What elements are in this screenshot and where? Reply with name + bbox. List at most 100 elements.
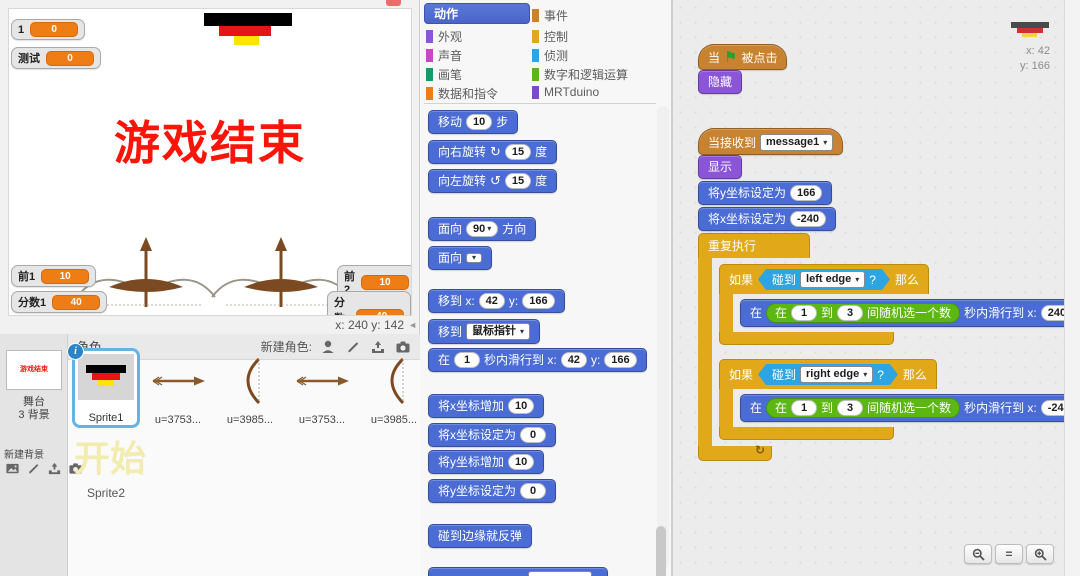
block-point-direction[interactable]: 面向 90▾ 方向 (428, 217, 536, 241)
sprite-info-icon[interactable]: i (67, 343, 84, 360)
number-input[interactable]: 10 (508, 398, 534, 414)
edge-dropdown[interactable]: right edge▾ (800, 366, 873, 383)
variable-monitor[interactable]: 测试 0 (11, 47, 101, 69)
number-input[interactable]: 1 (791, 305, 817, 321)
block-show[interactable]: 显示 (698, 155, 742, 179)
category-looks[interactable]: 外观 (426, 28, 462, 45)
block-partial[interactable] (428, 567, 608, 576)
number-input[interactable]: 166 (790, 185, 822, 201)
category-motion[interactable]: 动作 (424, 3, 530, 24)
block-when-receive[interactable]: 当接收到 message1▾ (698, 128, 843, 155)
forever-label[interactable]: 重复执行 (698, 233, 810, 258)
upload-sprite-icon[interactable] (369, 338, 387, 356)
number-input[interactable]: 0 (520, 483, 546, 499)
category-control[interactable]: 控制 (532, 28, 568, 45)
touching-condition[interactable]: 碰到 right edge▾ ? (758, 364, 898, 385)
number-input[interactable]: 3 (837, 305, 863, 321)
paint-backdrop-icon[interactable] (24, 459, 42, 477)
number-input[interactable]: 10 (508, 454, 534, 470)
sprite-tile[interactable]: u=3985... (362, 354, 426, 426)
block-set-y[interactable]: 将y坐标设定为 0 (428, 479, 556, 503)
stage-toggle-icon[interactable]: ◄ (408, 320, 417, 330)
number-input[interactable]: 3 (837, 400, 863, 416)
stop-button-partial[interactable] (386, 0, 401, 6)
block-move-steps[interactable]: 移动 10 步 (428, 110, 518, 134)
palette-scrollbar-track[interactable] (657, 106, 669, 568)
category-label: 事件 (544, 7, 568, 24)
palette-scrollbar-thumb[interactable] (656, 526, 666, 576)
category-pen[interactable]: 画笔 (426, 66, 462, 83)
block-bounce-on-edge[interactable]: 碰到边缘就反弹 (428, 524, 532, 548)
category-sensing[interactable]: 侦测 (532, 47, 568, 64)
zoom-reset-button[interactable]: = (995, 544, 1023, 564)
script-stack-1[interactable]: 当 ⚑ 被点击 隐藏 (698, 44, 787, 94)
variable-monitor[interactable]: 分数2 -40 (327, 291, 411, 316)
zoom-in-button[interactable] (1026, 544, 1054, 564)
sprite-library-icon[interactable] (319, 338, 337, 356)
category-mrtduino[interactable]: MRTduino (532, 85, 599, 99)
number-input[interactable]: 15 (505, 173, 531, 189)
block-turn-left[interactable]: 向左旋转 ↺ 15 度 (428, 169, 557, 193)
category-data[interactable]: 数据和指令 (426, 85, 498, 102)
block-forever[interactable]: 重复执行 如果 碰到 left edge▾ ? 那么 (698, 233, 1080, 461)
if-header[interactable]: 如果 碰到 left edge▾ ? 那么 (719, 264, 929, 294)
script-stack-2[interactable]: 当接收到 message1▾ 显示 将y坐标设定为 166 将x坐标设定为 -2… (698, 128, 1080, 461)
camera-sprite-icon[interactable] (394, 338, 412, 356)
upload-backdrop-icon[interactable] (45, 459, 63, 477)
y-input[interactable]: 166 (522, 293, 554, 309)
block-glide-left[interactable]: 在 在 1 到 3 间随机选一个数 秒内滑行到 x: -240 (740, 394, 1080, 422)
block-goto-mouse[interactable]: 移到 鼠标指针▾ (428, 319, 540, 344)
x-input[interactable]: 42 (479, 293, 505, 309)
paint-sprite-icon[interactable] (344, 338, 362, 356)
number-input[interactable]: 10 (466, 114, 492, 130)
block-turn-right[interactable]: 向右旋转 ↻ 15 度 (428, 140, 557, 164)
touching-condition[interactable]: 碰到 left edge▾ ? (758, 269, 890, 290)
block-point-towards[interactable]: 面向 ▾ (428, 246, 492, 270)
stage[interactable]: 游戏结束 1 0 测试 0 (8, 8, 412, 316)
block-when-flag-clicked[interactable]: 当 ⚑ 被点击 (698, 44, 787, 70)
target-dropdown[interactable]: 鼠标指针▾ (466, 323, 530, 340)
number-input[interactable]: 15 (505, 144, 531, 160)
variable-monitor[interactable]: 1 0 (11, 19, 85, 40)
block-hide[interactable]: 隐藏 (698, 70, 742, 94)
pick-random-reporter[interactable]: 在 1 到 3 间随机选一个数 (766, 398, 960, 418)
sprite-tile[interactable]: u=3985... (218, 354, 282, 426)
edge-dropdown[interactable]: left edge▾ (800, 271, 865, 288)
zoom-out-button[interactable] (964, 544, 992, 564)
category-operators[interactable]: 数字和逻辑运算 (532, 66, 628, 83)
script-scrollbar[interactable] (1064, 0, 1080, 576)
number-input[interactable]: 0 (520, 427, 546, 443)
direction-dropdown[interactable]: 90▾ (466, 221, 498, 237)
number-input[interactable]: 1 (791, 400, 817, 416)
sprite-tile[interactable]: u=3753... (146, 354, 210, 426)
script-area[interactable]: x: 42 y: 166 当 ⚑ 被点击 隐藏 当接收到 message1▾ 显… (672, 0, 1080, 576)
block-glide-right[interactable]: 在 在 1 到 3 间随机选一个数 秒内滑行到 x: 240 (740, 299, 1080, 327)
number-input[interactable]: -240 (790, 211, 826, 227)
sprite-tile[interactable]: u=3753... (290, 354, 354, 426)
sprite-tile-selected[interactable]: i Sprite1 (72, 348, 140, 428)
secs-input[interactable]: 1 (454, 352, 480, 368)
target-dropdown[interactable]: ▾ (466, 253, 482, 263)
y-input[interactable]: 166 (604, 352, 636, 368)
x-input[interactable]: 42 (561, 352, 587, 368)
if-header[interactable]: 如果 碰到 right edge▾ ? 那么 (719, 359, 937, 389)
block-change-x[interactable]: 将x坐标增加 10 (428, 394, 544, 418)
block-glide[interactable]: 在 1 秒内滑行到 x: 42 y: 166 (428, 348, 647, 372)
variable-monitor[interactable]: 分数1 40 (11, 291, 107, 313)
message-dropdown[interactable]: message1▾ (760, 134, 833, 151)
block-goto-xy[interactable]: 移到 x: 42 y: 166 (428, 289, 565, 313)
backdrop-library-icon[interactable] (3, 459, 21, 477)
block-set-x[interactable]: 将x坐标设定为 -240 (698, 207, 836, 231)
category-sound[interactable]: 声音 (426, 47, 462, 64)
block-change-y[interactable]: 将y坐标增加 10 (428, 450, 544, 474)
block-if-right-edge[interactable]: 如果 碰到 right edge▾ ? 那么 在 (719, 359, 1080, 440)
stage-thumbnail[interactable]: 游戏结束 (6, 350, 62, 390)
block-text: 在 (775, 305, 787, 321)
variable-monitor[interactable]: 前1 10 (11, 265, 96, 287)
pick-random-reporter[interactable]: 在 1 到 3 间随机选一个数 (766, 303, 960, 323)
sprite-tile[interactable]: 开始 Sprite2 (72, 434, 140, 508)
category-events[interactable]: 事件 (532, 7, 568, 24)
block-set-x[interactable]: 将x坐标设定为 0 (428, 423, 556, 447)
block-set-y[interactable]: 将y坐标设定为 166 (698, 181, 832, 205)
block-if-left-edge[interactable]: 如果 碰到 left edge▾ ? 那么 在 (719, 264, 1080, 345)
